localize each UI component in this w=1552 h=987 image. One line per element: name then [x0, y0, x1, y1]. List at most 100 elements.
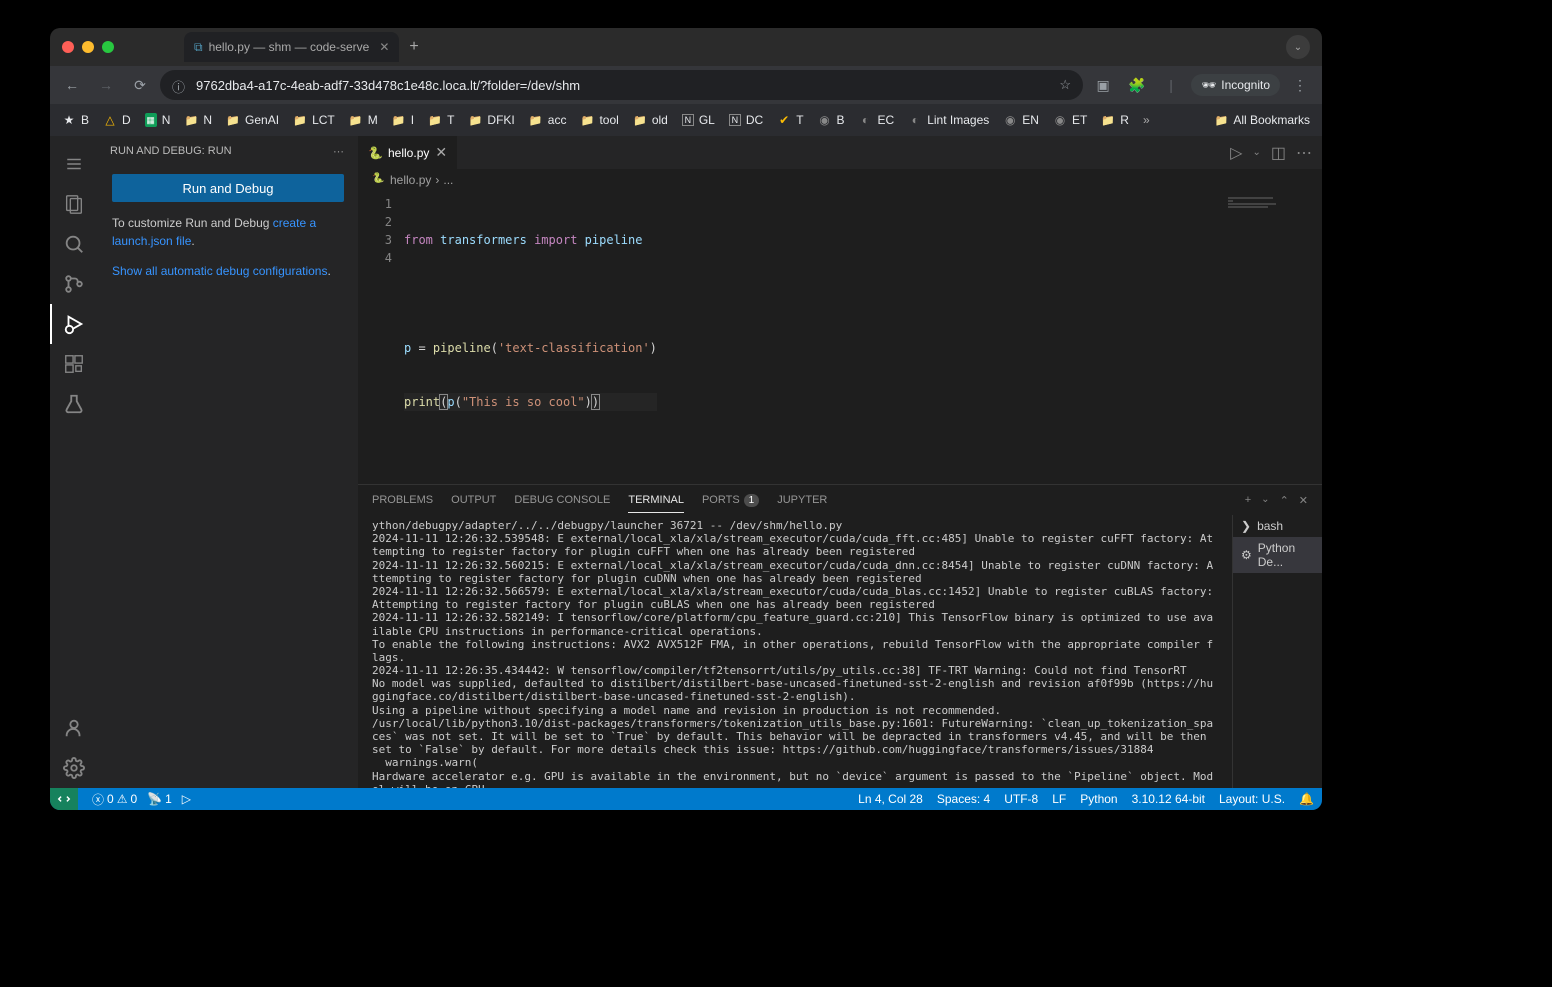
close-tab-icon[interactable]: ✕ [379, 40, 389, 54]
code-content[interactable]: from transformers import pipeline p = pi… [404, 191, 657, 484]
close-window-button[interactable] [62, 41, 74, 53]
site-info-icon[interactable]: ⓘ [172, 77, 188, 93]
ports-indicator[interactable]: 📡1 [147, 792, 172, 806]
line-numbers: 1 2 3 4 [358, 191, 404, 484]
bookmark-item[interactable]: GenAI [220, 110, 285, 130]
url-bar[interactable]: ⓘ 9762dba4-a17c-4eab-adf7-33d478c1e48c.l… [160, 70, 1083, 100]
editor-actions: ▷ ⌄ ◫ ⋯ [1230, 136, 1322, 169]
camera-icon[interactable]: ▣ [1089, 71, 1117, 99]
bookmark-item[interactable]: I [386, 110, 420, 130]
tab-debug-console[interactable]: DEBUG CONSOLE [514, 488, 610, 512]
notion-icon: N [729, 114, 741, 126]
source-control-icon[interactable] [50, 264, 98, 304]
bookmark-item[interactable]: M [343, 110, 384, 130]
encoding[interactable]: UTF-8 [1004, 792, 1038, 806]
maximize-window-button[interactable] [102, 41, 114, 53]
bookmark-star-icon[interactable]: ☆ [1059, 77, 1071, 93]
bookmark-item[interactable]: ◉EN [997, 110, 1045, 130]
error-icon: ⓧ [92, 791, 104, 808]
tab-problems[interactable]: PROBLEMS [372, 488, 433, 512]
accounts-icon[interactable] [50, 708, 98, 748]
terminal-output[interactable]: ython/debugpy/adapter/../../debugpy/laun… [358, 515, 1232, 788]
editor-tab[interactable]: 🐍 hello.py ✕ [358, 136, 457, 169]
menu-button[interactable] [50, 144, 98, 184]
cursor-position[interactable]: Ln 4, Col 28 [858, 792, 923, 806]
bookmark-item[interactable]: tool [574, 110, 624, 130]
sidebar-header: RUN AND DEBUG: RUN ⋯ [98, 136, 358, 166]
testing-icon[interactable] [50, 384, 98, 424]
bookmark-item[interactable]: acc [523, 110, 573, 130]
bookmark-item[interactable]: NDC [723, 110, 769, 130]
extensions-icon[interactable]: 🧩 [1123, 71, 1151, 99]
tab-jupyter[interactable]: JUPYTER [777, 488, 827, 512]
bookmarks-bar: ★B △D ▦N N GenAI LCT M I T DFKI acc tool… [50, 104, 1322, 136]
bookmark-item[interactable]: LCT [287, 110, 341, 130]
close-editor-tab-icon[interactable]: ✕ [435, 144, 447, 161]
forward-button[interactable]: → [92, 71, 120, 99]
close-panel-icon[interactable]: ✕ [1299, 494, 1308, 507]
errors-warnings[interactable]: ⓧ0 ⚠0 [92, 791, 137, 808]
run-dropdown-icon[interactable]: ⌄ [1252, 147, 1260, 158]
eol[interactable]: LF [1052, 792, 1066, 806]
bookmark-item[interactable]: ✔T [771, 110, 809, 130]
minimize-window-button[interactable] [82, 41, 94, 53]
customize-text: To customize Run and Debug create a laun… [112, 214, 344, 250]
show-configs-link[interactable]: Show all automatic debug configurations [112, 264, 327, 278]
browser-menu-button[interactable]: ⋮ [1286, 71, 1314, 99]
terminal-list-item[interactable]: ⚙Python De... [1233, 537, 1322, 573]
incognito-chip[interactable]: 🕶 Incognito [1191, 74, 1280, 96]
all-bookmarks-button[interactable]: All Bookmarks [1208, 110, 1316, 130]
tab-ports[interactable]: PORTS1 [702, 488, 759, 512]
explorer-icon[interactable] [50, 184, 98, 224]
tabs-dropdown-button[interactable]: ⌄ [1286, 35, 1310, 59]
tab-output[interactable]: OUTPUT [451, 488, 496, 512]
new-tab-button[interactable]: + [409, 38, 418, 56]
remote-indicator[interactable] [50, 788, 78, 810]
bookmark-item[interactable]: N [178, 110, 218, 130]
new-terminal-icon[interactable]: + [1245, 494, 1251, 507]
bookmark-item[interactable]: ◐EC [853, 110, 901, 130]
bookmark-item[interactable]: T [422, 110, 460, 130]
run-play-button[interactable]: ▷ [1230, 143, 1242, 163]
bookmark-item[interactable]: ★B [56, 110, 95, 130]
bookmark-item[interactable]: ▦N [139, 110, 177, 130]
bookmark-item[interactable]: R [1095, 110, 1135, 130]
bookmark-item[interactable]: ◐Lint Images [902, 110, 995, 130]
sidebar-more-button[interactable]: ⋯ [333, 145, 346, 158]
python-version[interactable]: 3.10.12 64-bit [1132, 792, 1205, 806]
maximize-panel-icon[interactable]: ⌃ [1280, 494, 1289, 507]
bookmark-item[interactable]: ◉B [812, 110, 851, 130]
editor-more-icon[interactable]: ⋯ [1296, 143, 1312, 163]
folder-icon [293, 113, 307, 127]
notifications-icon[interactable]: 🔔 [1299, 792, 1314, 806]
github-icon: ◉ [1003, 113, 1017, 127]
bookmark-item[interactable]: NGL [676, 110, 721, 130]
settings-icon[interactable] [50, 748, 98, 788]
bookmarks-overflow-button[interactable]: » [1137, 113, 1156, 127]
bookmark-item[interactable]: ◉ET [1047, 110, 1093, 130]
keyboard-layout[interactable]: Layout: U.S. [1219, 792, 1285, 806]
code-editor[interactable]: 1 2 3 4 from transformers import pipelin… [358, 191, 1322, 484]
breadcrumb[interactable]: 🐍 hello.py › ... [358, 169, 1322, 191]
terminal-list-item[interactable]: ❯bash [1233, 515, 1322, 537]
run-debug-icon[interactable] [50, 304, 98, 344]
tab-terminal[interactable]: TERMINAL [628, 488, 684, 513]
minimap[interactable] [1222, 191, 1322, 484]
reload-button[interactable]: ⟳ [126, 71, 154, 99]
run-debug-button[interactable]: Run and Debug [112, 174, 344, 202]
panel-tabs: PROBLEMS OUTPUT DEBUG CONSOLE TERMINAL P… [358, 485, 1322, 515]
browser-tab[interactable]: ⧉ hello.py — shm — code-serve ✕ [184, 32, 399, 62]
split-editor-icon[interactable]: ◫ [1271, 143, 1286, 163]
back-button[interactable]: ← [58, 71, 86, 99]
search-icon[interactable] [50, 224, 98, 264]
extensions-icon[interactable] [50, 344, 98, 384]
terminal-dropdown-icon[interactable]: ⌄ [1261, 494, 1269, 507]
debug-indicator[interactable]: ▷ [182, 792, 191, 806]
folder-icon [1214, 113, 1228, 127]
language-mode[interactable]: Python [1080, 792, 1117, 806]
circle-icon: ◐ [908, 113, 922, 127]
bookmark-item[interactable]: △D [97, 110, 137, 130]
bookmark-item[interactable]: old [627, 110, 674, 130]
indentation[interactable]: Spaces: 4 [937, 792, 990, 806]
bookmark-item[interactable]: DFKI [462, 110, 520, 130]
